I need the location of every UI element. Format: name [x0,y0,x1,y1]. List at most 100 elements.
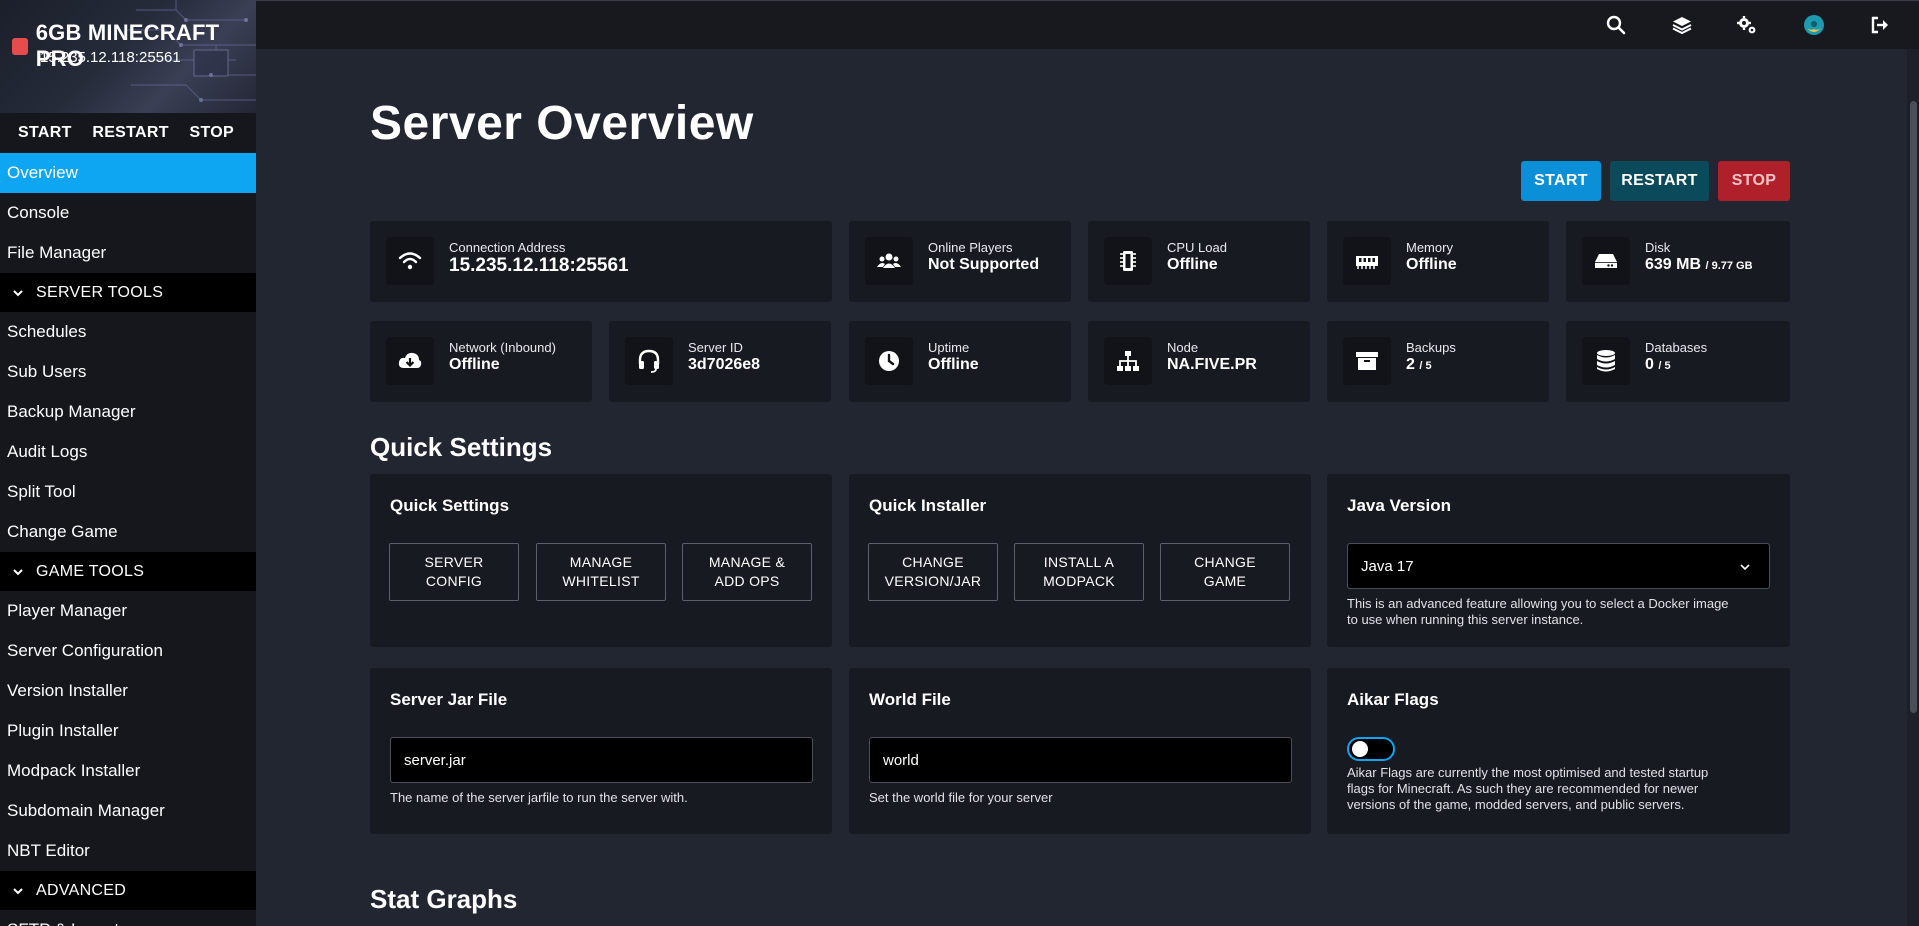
sidebar-power-actions: START RESTART STOP [0,113,256,153]
databases-used: 0 [1645,356,1654,373]
sidebar-item-audit-logs[interactable]: Audit Logs [0,432,256,472]
stat-databases: Databases 0 / 5 [1566,321,1790,402]
card-title: Server Jar File [390,690,508,709]
stat-value: 0 / 5 [1645,356,1671,374]
sidebar-item-overview[interactable]: Overview [0,153,256,193]
button-label: CHANGE GAME [1194,554,1256,589]
stat-value: 639 MB / 9.77 GB [1645,256,1753,274]
sidebar-item-plugin-installer[interactable]: Plugin Installer [0,711,256,751]
sidebar-item-modpack-installer[interactable]: Modpack Installer [0,751,256,791]
stat-online-players: Online Players Not Supported [849,221,1071,302]
stat-icon-box [865,237,913,285]
sidebar-stop-button[interactable]: STOP [190,124,234,142]
sidebar-item-player-manager[interactable]: Player Manager [0,591,256,631]
stat-label: Backups [1406,340,1456,355]
restart-button[interactable]: RESTART [1610,161,1709,201]
disk-used: 639 MB [1645,256,1702,273]
hard-drive-icon [1595,254,1617,268]
sidebar-item-split-tool[interactable]: Split Tool [0,472,256,512]
manage-whitelist-button[interactable]: MANAGE WHITELIST [536,543,666,601]
aikar-flags-card: Aikar Flags Aikar Flags are currently th… [1327,668,1790,834]
sidebar-section-game-tools[interactable]: GAME TOOLS [0,552,256,591]
settings-icon[interactable] [1736,14,1758,36]
stat-label: Network (Inbound) [449,340,556,355]
sidebar-section-advanced[interactable]: ADVANCED [0,871,256,910]
stat-icon-box [1343,237,1391,285]
sidebar-item-nbt-editor[interactable]: NBT Editor [0,831,256,871]
start-button[interactable]: START [1521,161,1601,201]
memory-icon [1356,256,1378,269]
wifi-icon [398,252,422,270]
cpu-icon [1120,251,1136,271]
stat-value: NA.FIVE.PR [1167,356,1257,373]
aikar-flags-toggle[interactable] [1347,737,1395,761]
server-jar-input[interactable] [390,737,813,783]
server-status-indicator [12,37,28,55]
stat-icon-box [386,337,434,385]
stat-network-inbound: Network (Inbound) Offline [370,321,592,402]
change-version-button[interactable]: CHANGE VERSION/JAR [868,543,998,601]
sidebar-section-label: ADVANCED [36,881,127,899]
stat-label: Connection Address [449,240,566,255]
stat-value: Not Supported [928,256,1040,273]
manage-ops-button[interactable]: MANAGE & ADD OPS [682,543,812,601]
install-modpack-button[interactable]: INSTALL A MODPACK [1014,543,1144,601]
select-value: Java 17 [1361,557,1414,575]
stat-connection-address: Connection Address 15.235.12.118:25561 [370,221,832,302]
stat-uptime: Uptime Offline [849,321,1071,402]
clock-icon [879,351,899,371]
stop-button[interactable]: STOP [1718,161,1790,201]
sidebar-item-sftp-import[interactable]: SFTP & Import [0,910,256,926]
sidebar-section-server-tools[interactable]: SERVER TOOLS [0,273,256,312]
archive-icon [1356,352,1378,370]
chevron-down-icon [13,289,23,296]
sidebar-item-schedules[interactable]: Schedules [0,312,256,352]
stat-icon-box [625,337,673,385]
layers-icon[interactable] [1671,14,1693,36]
button-label: MANAGE WHITELIST [562,554,640,589]
stat-icon-box [1582,337,1630,385]
quick-settings-card: Quick Settings SERVER CONFIG MANAGE WHITEL… [370,474,832,647]
top-bar [256,0,1919,49]
stat-disk: Disk 639 MB / 9.77 GB [1566,221,1790,302]
card-title: Quick Settings [390,496,510,515]
sidebar-restart-button[interactable]: RESTART [92,124,168,142]
logout-icon[interactable] [1869,14,1891,36]
sidebar-section-label: SERVER TOOLS [36,283,164,301]
databases-limit: / 5 [1658,360,1671,372]
stat-icon-box [1104,337,1152,385]
world-file-input[interactable] [869,737,1292,783]
sidebar-item-change-game[interactable]: Change Game [0,512,256,552]
search-icon[interactable] [1605,14,1627,36]
stat-icon-box [1343,337,1391,385]
sidebar-item-backup-manager[interactable]: Backup Manager [0,392,256,432]
server-address: 15.235.12.118:25561 [40,49,181,66]
stat-label: Memory [1406,240,1453,255]
sidebar-item-subdomain-manager[interactable]: Subdomain Manager [0,791,256,831]
database-icon [1597,350,1615,372]
stat-backups: Backups 2 / 5 [1327,321,1549,402]
sidebar-start-button[interactable]: START [18,124,72,142]
stat-graphs-heading: Stat Graphs [370,884,518,914]
change-game-button[interactable]: CHANGE GAME [1160,543,1290,601]
headset-icon [638,349,660,373]
java-version-select[interactable]: Java 17 [1347,543,1770,589]
stat-value: Offline [449,356,500,373]
sidebar-item-console[interactable]: Console [0,193,256,233]
sidebar-item-sub-users[interactable]: Sub Users [0,352,256,392]
stat-label: Uptime [928,340,970,355]
sidebar-item-server-configuration[interactable]: Server Configuration [0,631,256,671]
sidebar-item-file-manager[interactable]: File Manager [0,233,256,273]
scrollbar-thumb[interactable] [1910,101,1917,713]
card-title: Java Version [1347,496,1451,515]
world-file-help: Set the world file for your server [869,790,1053,805]
stat-label: Online Players [928,240,1013,255]
stat-icon-box [1104,237,1152,285]
sidebar-item-version-installer[interactable]: Version Installer [0,671,256,711]
server-jar-help: The name of the server jarfile to run th… [390,790,688,805]
quick-settings-heading: Quick Settings [370,432,553,462]
server-config-button[interactable]: SERVER CONFIG [389,543,519,601]
page-scrollbar[interactable] [1907,49,1919,926]
avatar[interactable] [1803,14,1825,36]
stat-value[interactable]: 15.235.12.118:25561 [449,255,629,277]
